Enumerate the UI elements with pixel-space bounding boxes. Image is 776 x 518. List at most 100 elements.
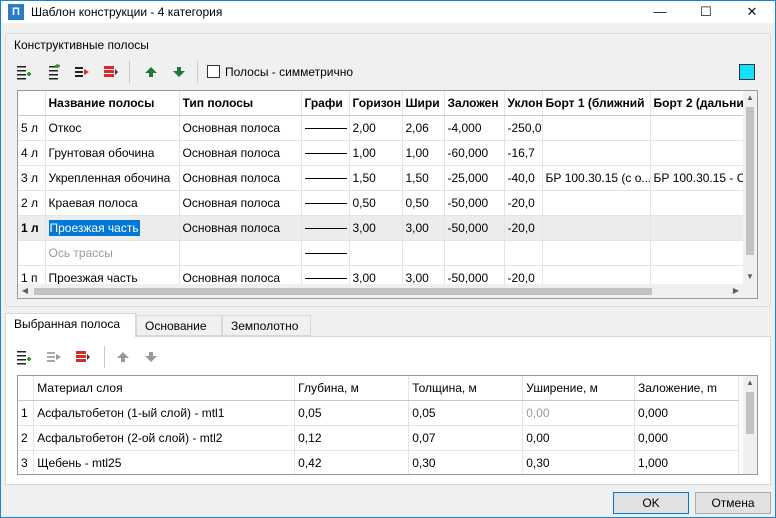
scroll-left-arrow-icon[interactable]: ◀ [18, 284, 32, 298]
cell-curb2[interactable] [650, 240, 746, 266]
cell-type[interactable]: Основная полоса [179, 115, 302, 141]
cell-width[interactable]: 1,00 [402, 140, 445, 166]
scroll-up-arrow-icon[interactable]: ▲ [743, 91, 757, 105]
cell-graphic[interactable] [301, 115, 350, 141]
ok-button[interactable]: OK [613, 492, 689, 514]
cell-name[interactable]: Краевая полоса [45, 190, 180, 216]
vertical-scroll-thumb[interactable] [746, 392, 754, 434]
cell-slope[interactable]: -20,0 [504, 190, 543, 216]
cell-width[interactable]: 0,50 [402, 190, 445, 216]
add-strip-left-icon[interactable] [16, 64, 32, 80]
cell-type[interactable] [179, 240, 302, 266]
cell-horizontal[interactable]: 2,00 [349, 115, 403, 141]
cell-slope-ratio[interactable]: 0,000 [634, 400, 739, 426]
col-header-horizontal[interactable]: Горизон [349, 91, 403, 116]
cell-slope-ratio[interactable]: -4,000 [444, 115, 505, 141]
cell-type[interactable]: Основная полоса [179, 215, 302, 241]
col-header-widening[interactable]: Уширение, м [522, 376, 636, 401]
col-header-width[interactable]: Шири [402, 91, 445, 116]
cell-name[interactable]: Грунтовая обочина [45, 140, 180, 166]
layer-row[interactable]: 1 Асфальтобетон (1-ый слой) - mtl1 0,05 … [18, 400, 739, 426]
cell-horizontal[interactable]: 1,50 [349, 165, 403, 191]
table-row[interactable]: 3 л Укрепленная обочина Основная полоса … [18, 165, 746, 191]
layer-row[interactable]: 2 Асфальтобетон (2-ой слой) - mtl2 0,12 … [18, 425, 739, 451]
cell-depth[interactable]: 0,12 [294, 425, 410, 451]
tab-subgrade[interactable]: Земполотно [222, 315, 311, 336]
layer-row[interactable]: 3 Щебень - mtl25 0,42 0,30 0,30 1,000 [18, 450, 739, 474]
table-row-axis[interactable]: Ось трассы [18, 240, 746, 266]
cell-curb1[interactable] [542, 190, 651, 216]
cell-widening[interactable]: 0,00 [522, 400, 636, 426]
cell-horizontal[interactable]: 1,00 [349, 140, 403, 166]
col-header-type[interactable]: Тип полосы [179, 91, 302, 116]
cell-slope-ratio[interactable]: 1,000 [634, 450, 739, 474]
move-layer-icon[interactable] [46, 349, 62, 365]
horizontal-scroll-thumb[interactable] [34, 288, 652, 295]
cell-name[interactable]: Ось трассы [45, 240, 180, 266]
cell-graphic[interactable] [301, 215, 350, 241]
add-layer-icon[interactable] [16, 349, 32, 365]
cell-slope-ratio[interactable]: -25,000 [444, 165, 505, 191]
cell-curb2[interactable] [650, 215, 746, 241]
cell-slope-ratio[interactable] [444, 240, 505, 266]
cell-width[interactable]: 1,50 [402, 165, 445, 191]
cell-type[interactable]: Основная полоса [179, 190, 302, 216]
layers-vertical-scrollbar[interactable]: ▲ [743, 376, 757, 474]
scroll-down-arrow-icon[interactable]: ▼ [743, 270, 757, 284]
col-header-depth[interactable]: Глубина, м [294, 376, 410, 401]
move-up-icon[interactable] [143, 64, 159, 80]
cell-slope[interactable]: -250,0 [504, 115, 543, 141]
cell-curb2[interactable]: БР 100.30.15 - CS... [650, 165, 746, 191]
delete-layer-icon[interactable] [75, 349, 91, 365]
cell-slope[interactable]: -20,0 [504, 215, 543, 241]
vertical-scroll-thumb[interactable] [746, 107, 754, 255]
maximize-button[interactable]: ☐ [683, 1, 729, 23]
symmetric-checkbox[interactable] [207, 65, 220, 78]
cell-graphic[interactable] [301, 190, 350, 216]
cell-thickness[interactable]: 0,07 [408, 425, 524, 451]
col-header-slope-ratio[interactable]: Заложение, m [634, 376, 739, 401]
cell-material[interactable]: Асфальтобетон (2-ой слой) - mtl2 [33, 425, 296, 451]
cell-thickness[interactable]: 0,05 [408, 400, 524, 426]
strips-vertical-scrollbar[interactable]: ▲ ▼ [743, 91, 757, 284]
cell-graphic[interactable] [301, 140, 350, 166]
cell-curb1[interactable] [542, 240, 651, 266]
cell-type[interactable]: Основная полоса [179, 165, 302, 191]
cell-curb2[interactable] [650, 140, 746, 166]
cell-width[interactable]: 2,06 [402, 115, 445, 141]
delete-strip-icon[interactable] [103, 64, 119, 80]
table-row[interactable]: 2 л Краевая полоса Основная полоса 0,50 … [18, 190, 746, 216]
cell-graphic[interactable] [301, 165, 350, 191]
cell-material[interactable]: Асфальтобетон (1-ый слой) - mtl1 [33, 400, 296, 426]
cell-name[interactable]: Укрепленная обочина [45, 165, 180, 191]
cell-slope-ratio[interactable]: -60,000 [444, 140, 505, 166]
move-strip-icon[interactable] [74, 64, 90, 80]
col-header-name[interactable]: Название полосы [45, 91, 180, 116]
cell-name-editing[interactable]: Проезжая часть [45, 215, 180, 241]
cell-depth[interactable]: 0,05 [294, 400, 410, 426]
layer-up-icon[interactable] [115, 349, 131, 365]
cell-slope[interactable] [504, 240, 543, 266]
tab-selected-strip[interactable]: Выбранная полоса [5, 313, 136, 337]
col-header-graphic[interactable]: Графи [301, 91, 350, 116]
cell-horizontal[interactable] [349, 240, 403, 266]
col-header-curb1[interactable]: Борт 1 (ближний [542, 91, 651, 116]
cell-widening[interactable]: 0,00 [522, 425, 636, 451]
table-row[interactable]: 4 л Грунтовая обочина Основная полоса 1,… [18, 140, 746, 166]
table-row-selected[interactable]: 1 л Проезжая часть Основная полоса 3,00 … [18, 215, 746, 241]
selected-text[interactable]: Проезжая часть [48, 219, 140, 236]
col-header-slope[interactable]: Уклон [504, 91, 543, 116]
cell-slope-ratio[interactable]: -50,000 [444, 190, 505, 216]
scroll-right-arrow-icon[interactable]: ▶ [729, 284, 743, 298]
cell-curb1[interactable] [542, 215, 651, 241]
close-button[interactable]: ✕ [729, 1, 775, 23]
cell-curb2[interactable] [650, 190, 746, 216]
cell-width[interactable] [402, 240, 445, 266]
scroll-up-arrow-icon[interactable]: ▲ [743, 376, 757, 390]
table-row[interactable]: 5 л Откос Основная полоса 2,00 2,06 -4,0… [18, 115, 746, 141]
cell-graphic[interactable] [301, 240, 350, 266]
cell-curb1[interactable] [542, 140, 651, 166]
col-header-material[interactable]: Материал слоя [33, 376, 296, 401]
cell-width[interactable]: 3,00 [402, 215, 445, 241]
cell-curb1[interactable] [542, 115, 651, 141]
